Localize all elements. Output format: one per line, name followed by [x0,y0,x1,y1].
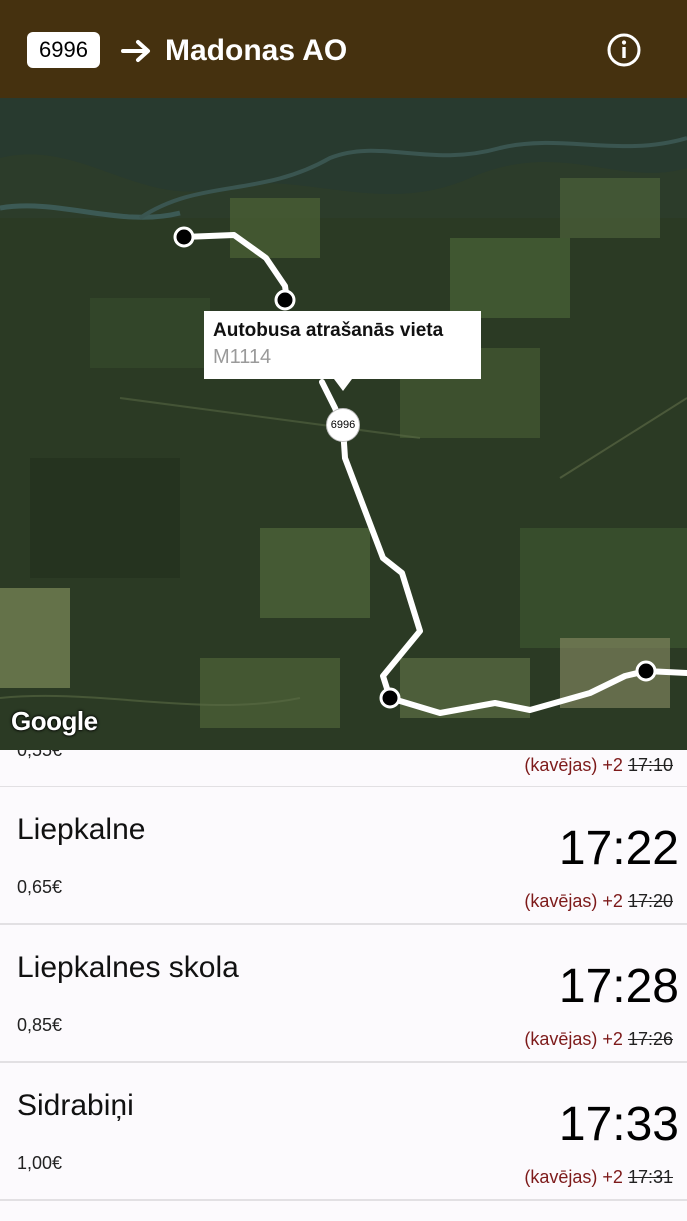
arrival-time: 17:28 [558,960,679,1013]
info-icon[interactable] [607,33,641,67]
popup-title: Autobusa atrašanās vieta [213,320,444,341]
delay-info: (kavējas) +2 17:31 [524,1167,673,1188]
map-view[interactable]: Autobusa atrašanās vieta M1114 6996 Goog… [0,98,687,750]
stop-row[interactable]: Liepkalnes skola 0,85€ 17:28 (kavējas) +… [0,925,687,1063]
arrival-time: 17:33 [558,1098,679,1151]
bus-marker[interactable]: 6996 [326,408,360,442]
delay-label: (kavējas) +2 [524,755,623,775]
delay-label: (kavējas) +2 [524,1167,623,1187]
google-logo: Google [11,706,98,736]
page-title: Madonas AO [165,34,348,67]
stop-price: 0,65€ [17,877,63,897]
popup-subtitle: M1114 [213,346,272,368]
stop-price: 0,85€ [17,1015,63,1035]
scheduled-time: 17:20 [627,891,673,911]
app-header: 6996 Madonas AO [0,0,687,98]
stop-row[interactable]: Liepkalne 0,65€ 17:22 (kavējas) +2 17:20 [0,787,687,925]
scheduled-time: 17:10 [627,755,673,775]
delay-label: (kavējas) +2 [524,1029,623,1049]
stop-name: Sidrabiņi [17,1089,134,1122]
bus-location-popup[interactable]: Autobusa atrašanās vieta M1114 [204,311,481,391]
delay-label: (kavējas) +2 [524,891,623,911]
stop-row[interactable]: Sidrabiņi 1,00€ 17:33 (kavējas) +2 17:31 [0,1063,687,1201]
stop-price: 1,00€ [17,1153,63,1173]
delay-info: (kavējas) +2 17:20 [524,891,673,912]
stop-row-partial[interactable]: 0,55€ (kavējas) +2 17:10 [0,750,687,788]
delay-info: (kavējas) +2 17:26 [524,1029,673,1050]
stop-price: 0,55€ [17,750,63,760]
scheduled-time: 17:31 [627,1167,673,1187]
arrow-right-icon [121,40,150,62]
delay-info: (kavējas) +2 17:10 [524,755,673,776]
arrival-time: 17:22 [558,822,679,875]
scheduled-time: 17:26 [627,1029,673,1049]
stop-name: Liepkalnes skola [17,951,239,984]
stop-name: Liepkalne [17,813,146,846]
route-number-badge: 6996 [27,32,100,68]
